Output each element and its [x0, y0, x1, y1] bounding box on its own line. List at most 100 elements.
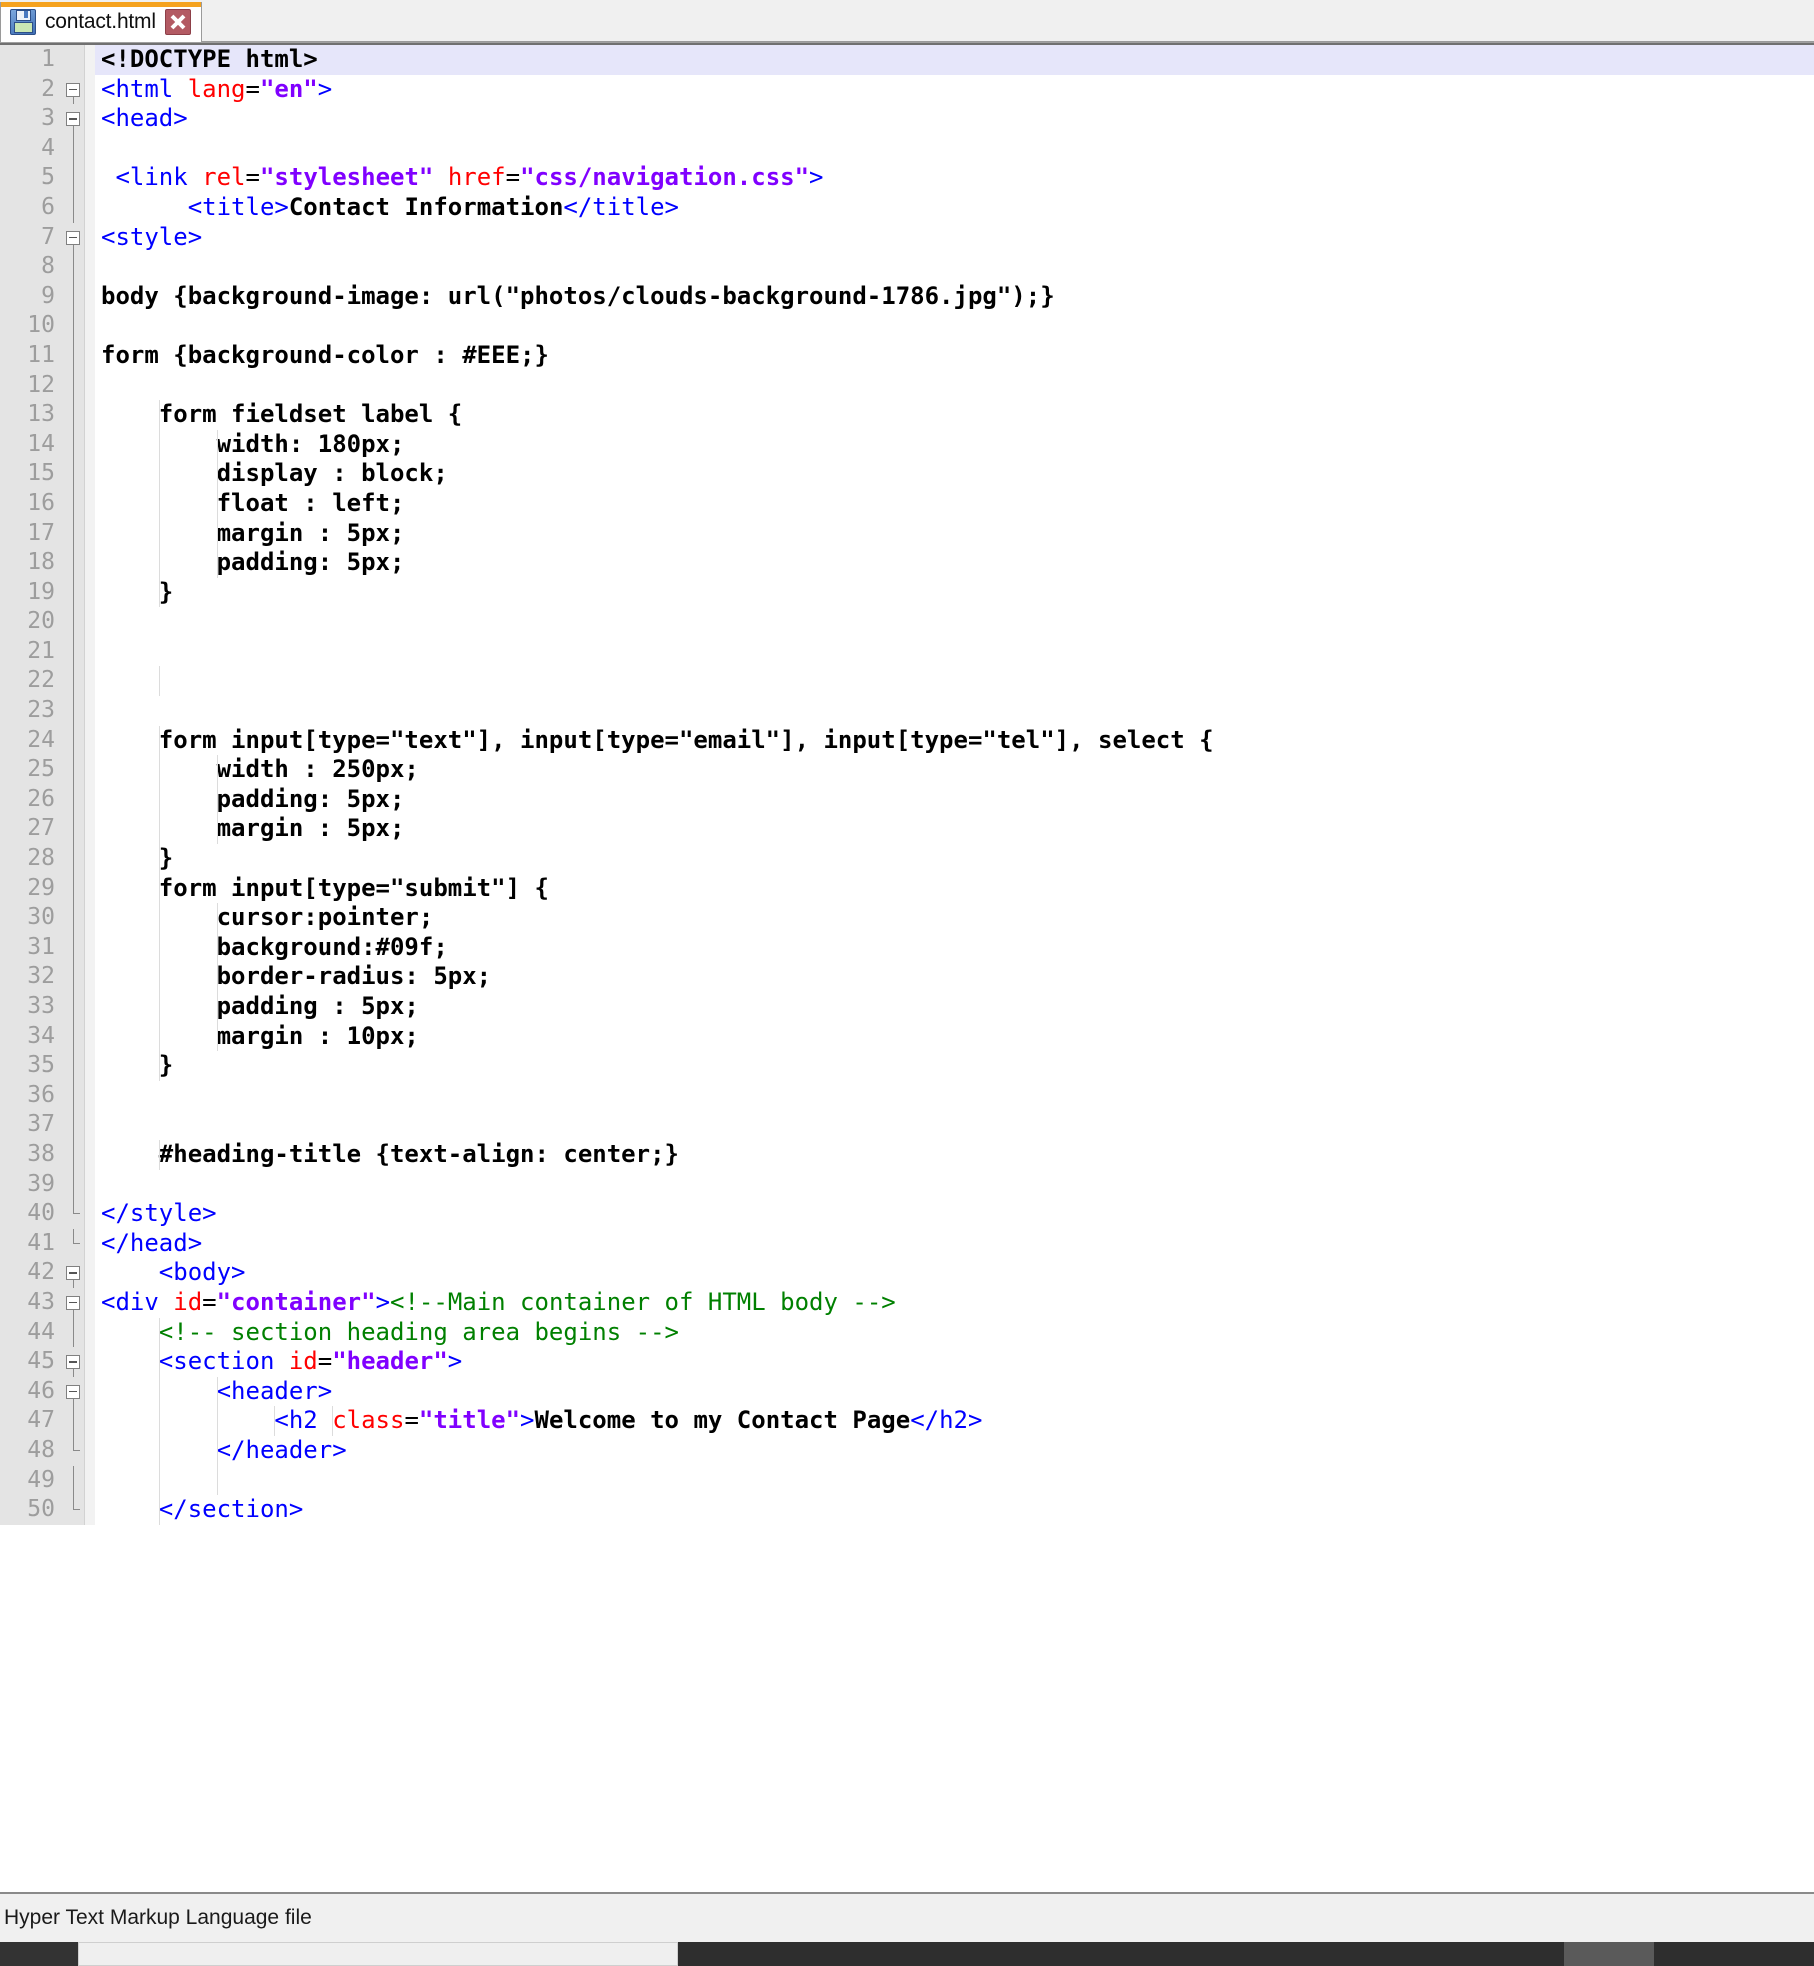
- fold-column[interactable]: [62, 1080, 84, 1111]
- fold-column[interactable]: [62, 488, 84, 519]
- line-content[interactable]: [95, 1170, 1814, 1200]
- fold-column[interactable]: [62, 104, 84, 134]
- code-line[interactable]: 17 margin : 5px;: [0, 518, 1814, 549]
- fold-column[interactable]: [62, 873, 84, 904]
- scrollbar-thumb[interactable]: [78, 1942, 678, 1966]
- code-line[interactable]: 2 <html lang="en">: [0, 74, 1814, 105]
- fold-column[interactable]: [62, 45, 84, 75]
- fold-column[interactable]: [62, 577, 84, 608]
- code-line[interactable]: 50 </section>: [0, 1495, 1814, 1525]
- code-line[interactable]: 5 <link rel="stylesheet" href="css/navig…: [0, 163, 1814, 193]
- code-line[interactable]: 13 form fieldset label {: [0, 400, 1814, 430]
- code-line[interactable]: 14 width: 180px;: [0, 429, 1814, 460]
- fold-column[interactable]: [62, 311, 84, 341]
- line-content[interactable]: <!-- section heading area begins -->: [95, 1317, 1814, 1348]
- line-content[interactable]: <link rel="stylesheet" href="css/navigat…: [95, 163, 1814, 193]
- fold-column[interactable]: [62, 1199, 84, 1229]
- line-content[interactable]: padding: 5px;: [95, 784, 1814, 815]
- line-content[interactable]: }: [95, 1051, 1814, 1081]
- line-content[interactable]: </head>: [95, 1229, 1814, 1259]
- close-icon[interactable]: [164, 9, 191, 35]
- line-content[interactable]: }: [95, 577, 1814, 608]
- fold-minus-icon[interactable]: [66, 112, 80, 127]
- code-line[interactable]: 9 body {background-image: url("photos/clo…: [0, 281, 1814, 312]
- code-line[interactable]: 1 <!DOCTYPE html>: [0, 45, 1814, 75]
- code-line[interactable]: 33 padding : 5px;: [0, 992, 1814, 1022]
- fold-column[interactable]: [62, 74, 84, 105]
- code-line[interactable]: 35 }: [0, 1051, 1814, 1081]
- scrollbar-segment[interactable]: [1564, 1942, 1654, 1966]
- fold-minus-icon[interactable]: [66, 1266, 80, 1281]
- line-content[interactable]: <header>: [95, 1376, 1814, 1407]
- fold-column[interactable]: [62, 992, 84, 1022]
- code-line[interactable]: 34 margin : 10px;: [0, 1021, 1814, 1052]
- line-content[interactable]: </section>: [95, 1495, 1814, 1525]
- line-content[interactable]: width: 180px;: [95, 429, 1814, 460]
- fold-column[interactable]: [62, 340, 84, 371]
- line-content[interactable]: <head>: [95, 104, 1814, 134]
- fold-minus-icon[interactable]: [66, 1355, 80, 1370]
- scrollbar-right-cap[interactable]: [1654, 1942, 1814, 1966]
- code-line[interactable]: 21: [0, 636, 1814, 667]
- fold-column[interactable]: [62, 548, 84, 578]
- code-line[interactable]: 47 <h2 class="title">Welcome to my Conta…: [0, 1406, 1814, 1436]
- code-line[interactable]: 27 margin : 5px;: [0, 814, 1814, 845]
- code-line[interactable]: 7 <style>: [0, 222, 1814, 253]
- fold-column[interactable]: [62, 1051, 84, 1081]
- code-line[interactable]: 48 </header>: [0, 1435, 1814, 1466]
- line-content[interactable]: body {background-image: url("photos/clou…: [95, 282, 1814, 312]
- code-line[interactable]: 4: [0, 133, 1814, 164]
- code-line[interactable]: 40 </style>: [0, 1199, 1814, 1229]
- code-line[interactable]: 15 display : block;: [0, 459, 1814, 489]
- fold-minus-icon[interactable]: [66, 82, 80, 97]
- fold-column[interactable]: [62, 429, 84, 460]
- line-content[interactable]: [95, 696, 1814, 726]
- line-content[interactable]: [95, 1465, 1814, 1496]
- line-content[interactable]: form fieldset label {: [95, 400, 1814, 430]
- code-line[interactable]: 22: [0, 666, 1814, 697]
- fold-column[interactable]: [62, 725, 84, 756]
- code-line[interactable]: 45 <section id="header">: [0, 1347, 1814, 1377]
- fold-column[interactable]: [62, 814, 84, 845]
- line-content[interactable]: padding : 5px;: [95, 992, 1814, 1022]
- code-line[interactable]: 32 border-radius: 5px;: [0, 962, 1814, 992]
- line-content[interactable]: width : 250px;: [95, 755, 1814, 785]
- code-line[interactable]: 26 padding: 5px;: [0, 784, 1814, 815]
- fold-column[interactable]: [62, 1258, 84, 1288]
- scrollbar-left-cap[interactable]: [0, 1942, 78, 1966]
- fold-column[interactable]: [62, 192, 84, 223]
- code-line[interactable]: 29 form input[type="submit"] {: [0, 873, 1814, 904]
- code-lines[interactable]: 1 <!DOCTYPE html> 2 <html lang="en"> 3 <head>…: [0, 45, 1814, 1525]
- line-content[interactable]: <title>Contact Information</title>: [95, 193, 1814, 223]
- line-content[interactable]: margin : 5px;: [95, 814, 1814, 845]
- line-content[interactable]: border-radius: 5px;: [95, 962, 1814, 992]
- line-content[interactable]: form input[type="text"], input[type="ema…: [95, 725, 1814, 756]
- code-line[interactable]: 16 float : left;: [0, 488, 1814, 519]
- code-line[interactable]: 39: [0, 1169, 1814, 1200]
- fold-column[interactable]: [62, 281, 84, 312]
- code-line[interactable]: 28 }: [0, 844, 1814, 874]
- fold-column[interactable]: [62, 459, 84, 489]
- line-content[interactable]: form {background-color : #EEE;}: [95, 341, 1814, 371]
- code-line[interactable]: 20: [0, 607, 1814, 637]
- code-line[interactable]: 49: [0, 1465, 1814, 1496]
- code-line[interactable]: 18 padding: 5px;: [0, 548, 1814, 578]
- code-editor[interactable]: 1 <!DOCTYPE html> 2 <html lang="en"> 3 <head>…: [0, 43, 1814, 1892]
- fold-minus-icon[interactable]: [66, 1295, 80, 1310]
- code-line[interactable]: 3 <head>: [0, 104, 1814, 134]
- line-content[interactable]: <body>: [95, 1258, 1814, 1288]
- fold-column[interactable]: [62, 518, 84, 549]
- code-line[interactable]: 8: [0, 252, 1814, 282]
- code-line[interactable]: 44 <!-- section heading area begins -->: [0, 1317, 1814, 1348]
- fold-column[interactable]: [62, 400, 84, 430]
- fold-column[interactable]: [62, 636, 84, 667]
- code-line[interactable]: 43 <div id="container"><!--Main container…: [0, 1287, 1814, 1318]
- fold-column[interactable]: [62, 1317, 84, 1348]
- line-content[interactable]: [95, 1110, 1814, 1140]
- line-content[interactable]: [95, 637, 1814, 667]
- line-content[interactable]: <div id="container"><!--Main container o…: [95, 1288, 1814, 1318]
- line-content[interactable]: [95, 607, 1814, 637]
- fold-column[interactable]: [62, 1495, 84, 1525]
- line-content[interactable]: </style>: [95, 1199, 1814, 1229]
- fold-column[interactable]: [62, 1287, 84, 1318]
